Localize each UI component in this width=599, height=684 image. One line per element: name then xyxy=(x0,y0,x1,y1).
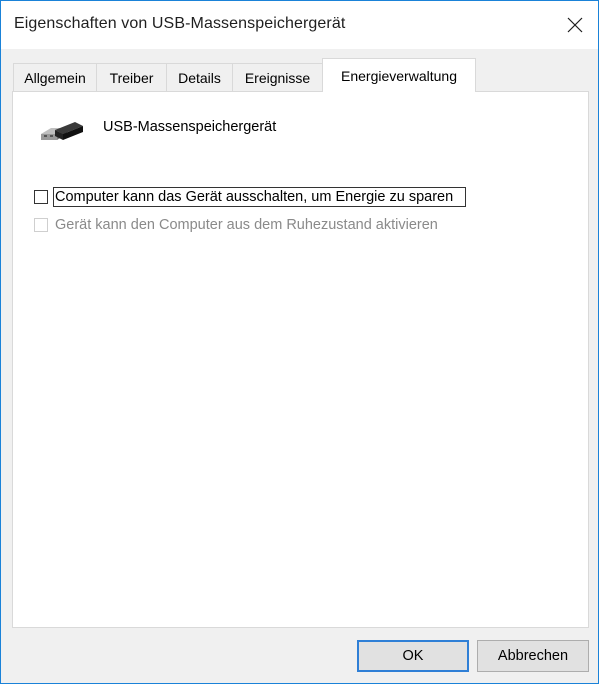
option-allow-wake: Gerät kann den Computer aus dem Ruhezust… xyxy=(34,216,439,234)
allow-power-off-checkbox[interactable] xyxy=(34,190,48,204)
tab-label: Allgemein xyxy=(24,69,86,86)
tab-label: Treiber xyxy=(109,69,154,86)
close-button[interactable] xyxy=(552,1,598,49)
tab-label: Details xyxy=(178,69,221,86)
ok-button[interactable]: OK xyxy=(357,640,469,672)
ok-button-label: OK xyxy=(402,648,424,664)
tab-details[interactable]: Details xyxy=(166,63,233,91)
cancel-button-label: Abbrechen xyxy=(497,648,569,664)
device-name: USB-Massenspeichergerät xyxy=(103,119,277,135)
close-icon xyxy=(567,17,583,33)
tab-treiber[interactable]: Treiber xyxy=(96,63,167,91)
tab-bar: Allgemein Treiber Details Ereignisse Ene… xyxy=(13,58,589,92)
properties-dialog: Eigenschaften von USB-Massenspeichergerä… xyxy=(0,0,599,684)
title-bar: Eigenschaften von USB-Massenspeichergerä… xyxy=(1,1,598,49)
tab-allgemein[interactable]: Allgemein xyxy=(13,63,97,91)
tab-ereignisse[interactable]: Ereignisse xyxy=(232,63,323,91)
tab-energieverwaltung[interactable]: Energieverwaltung xyxy=(322,58,476,92)
allow-wake-checkbox xyxy=(34,218,48,232)
allow-wake-label: Gerät kann den Computer aus dem Ruhezust… xyxy=(55,217,438,233)
option-allow-power-off[interactable]: Computer kann das Gerät ausschalten, um … xyxy=(34,187,467,207)
tab-panel-energieverwaltung: USB-Massenspeichergerät Computer kann da… xyxy=(12,91,589,628)
allow-power-off-label[interactable]: Computer kann das Gerät ausschalten, um … xyxy=(52,187,467,207)
usb-connector-icon xyxy=(41,122,83,140)
window-title: Eigenschaften von USB-Massenspeichergerä… xyxy=(14,15,346,32)
cancel-button[interactable]: Abbrechen xyxy=(477,640,589,672)
tab-label: Ereignisse xyxy=(244,69,311,86)
tab-label: Energieverwaltung xyxy=(341,67,457,84)
